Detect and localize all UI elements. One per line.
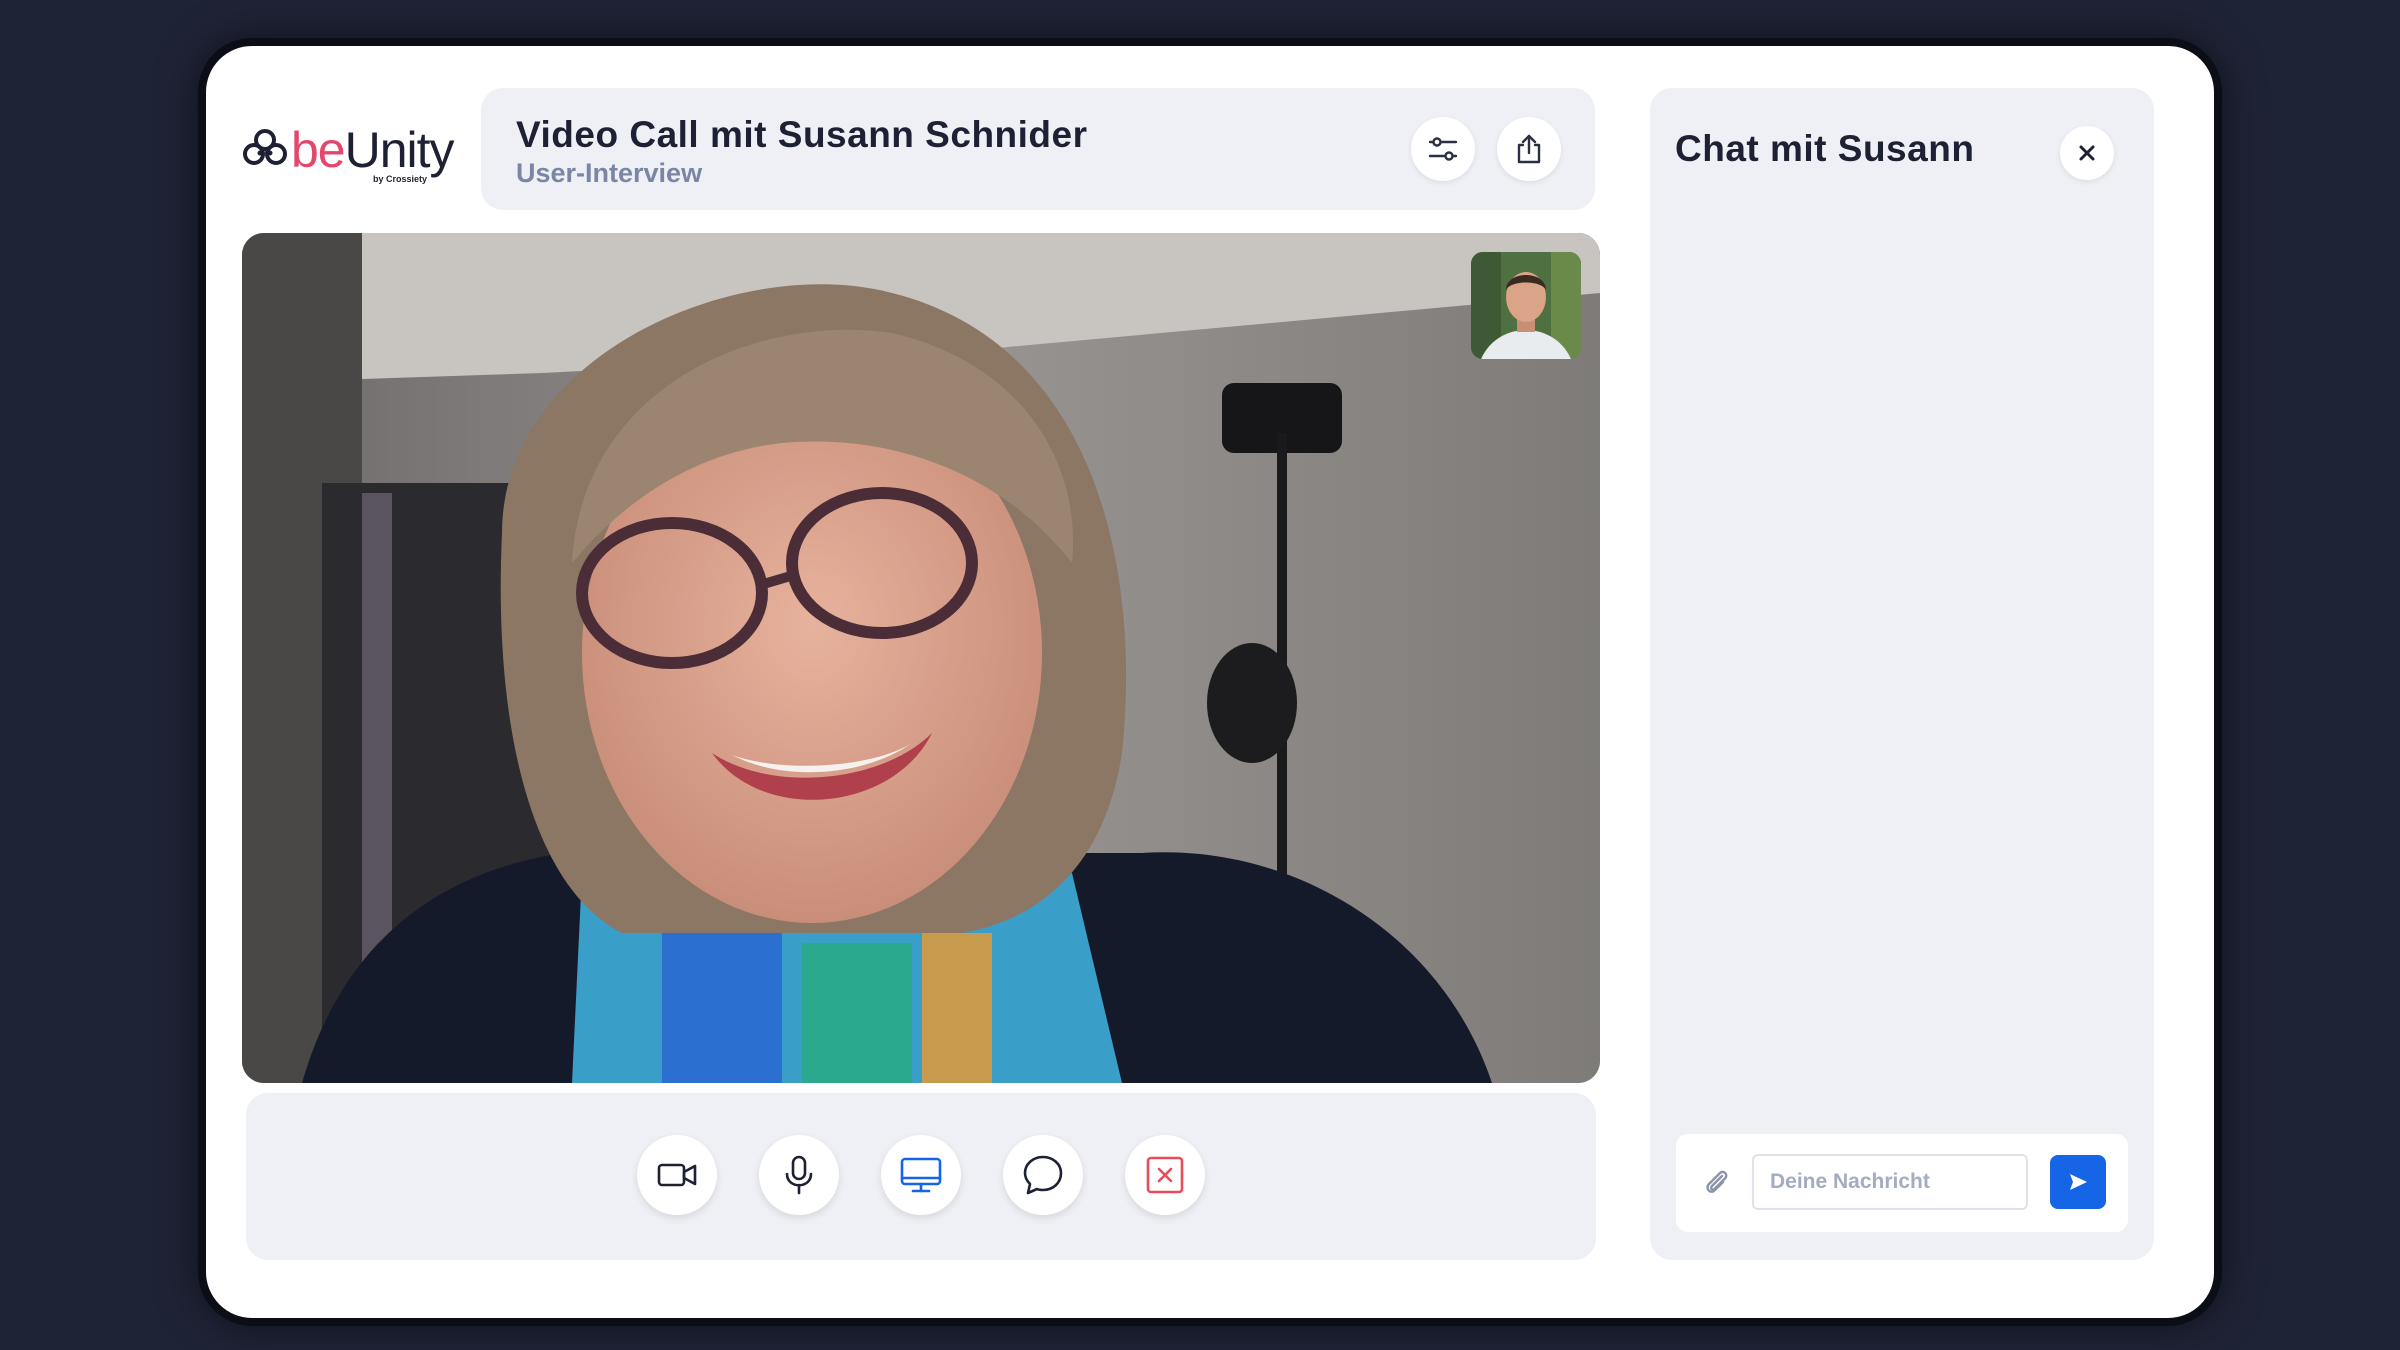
call-header: Video Call mit Susann Schnider User-Inte… <box>481 88 1595 210</box>
chat-composer <box>1676 1134 2128 1232</box>
attach-button[interactable] <box>1700 1166 1732 1203</box>
logo-unity: Unity <box>344 122 455 178</box>
chat-message-input[interactable] <box>1752 1154 2028 1210</box>
remote-video <box>242 233 1600 1083</box>
camera-toggle-button[interactable] <box>637 1135 717 1215</box>
share-button[interactable] <box>1497 117 1561 181</box>
end-call-button[interactable] <box>1125 1135 1205 1215</box>
logo-icon <box>243 129 287 165</box>
screen-share-icon <box>900 1157 942 1193</box>
logo-by-label: by Crossiety <box>373 174 428 184</box>
share-icon <box>1517 134 1541 164</box>
chat-bubble-icon <box>1023 1155 1063 1195</box>
chat-close-button[interactable] <box>2060 126 2114 180</box>
send-button[interactable] <box>2050 1155 2106 1209</box>
call-subtitle: User-Interview <box>516 158 703 188</box>
self-video-thumbnail[interactable] <box>1471 252 1581 359</box>
settings-sliders-icon <box>1428 137 1458 161</box>
chat-panel: Chat mit Susann <box>1650 88 2154 1260</box>
end-call-icon <box>1146 1156 1184 1194</box>
logo-wordmark: beUnity <box>291 122 455 178</box>
chat-toggle-button[interactable] <box>1003 1135 1083 1215</box>
microphone-icon <box>785 1155 813 1195</box>
call-title: Video Call mit Susann Schnider <box>516 114 1088 155</box>
screen-share-button[interactable] <box>881 1135 961 1215</box>
paperclip-icon <box>1706 1170 1728 1193</box>
microphone-toggle-button[interactable] <box>759 1135 839 1215</box>
logo-be: be <box>291 122 346 178</box>
call-controls <box>246 1093 1596 1260</box>
chat-title: Chat mit Susann <box>1675 128 1975 169</box>
camera-icon <box>657 1163 697 1187</box>
settings-button[interactable] <box>1411 117 1475 181</box>
beunity-logo[interactable]: beUnity by Crossiety <box>243 122 455 184</box>
close-icon <box>2079 145 2095 161</box>
send-icon <box>2070 1174 2087 1190</box>
